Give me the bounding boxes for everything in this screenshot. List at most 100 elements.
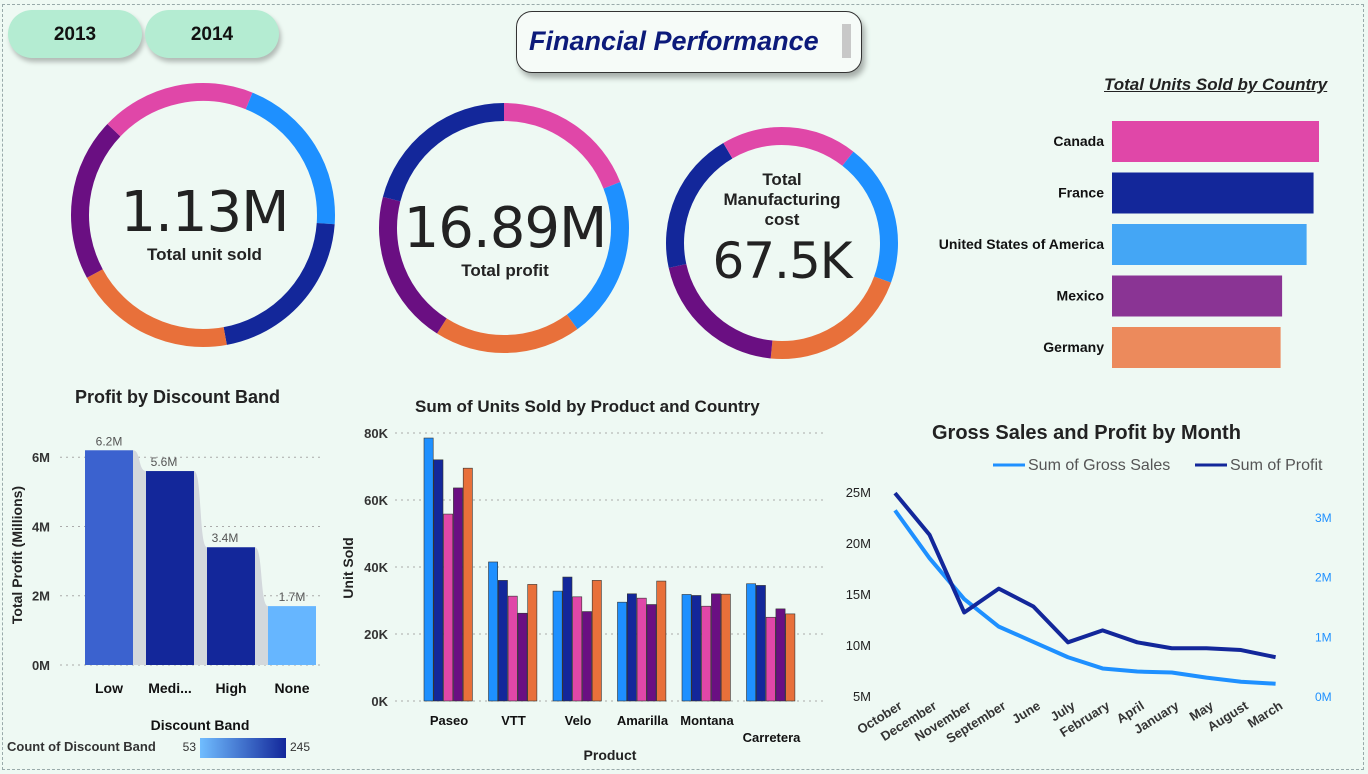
profit-value: 16.89M	[403, 196, 608, 261]
discount-ytick: 0M	[32, 658, 50, 673]
profit-label: Total profit	[461, 261, 549, 280]
product-xtick: VTT	[501, 713, 526, 728]
units-value: 1.13M	[120, 180, 289, 245]
country-bar	[1112, 121, 1319, 162]
discount-ytick: 6M	[32, 450, 50, 465]
product-ytick: 80K	[364, 426, 388, 441]
product-bar	[443, 513, 454, 702]
mfg-kpi: Total Manufacturing cost 67.5K	[707, 170, 857, 290]
product-bar	[626, 593, 637, 702]
product-ytick: 40K	[364, 560, 388, 575]
units-kpi: 1.13M Total unit sold	[72, 180, 337, 265]
country-bar	[1112, 172, 1314, 214]
discount-ylabel: Total Profit (Millions)	[9, 486, 25, 624]
product-ytick: 60K	[364, 493, 388, 508]
discount-bar	[268, 606, 316, 665]
month-xtick: August	[1205, 697, 1251, 734]
month-xtick: June	[1009, 698, 1043, 727]
ribbon	[133, 450, 146, 665]
month-left-tick: 10M	[846, 638, 871, 653]
discount-data-label: 6.2M	[96, 434, 123, 448]
product-bar	[517, 612, 528, 702]
legend-gross-sales: Sum of Gross Sales	[1028, 457, 1170, 474]
discount-xlabel: Discount Band	[151, 717, 250, 733]
discount-data-label: 1.7M	[279, 590, 306, 604]
product-ytick: 0K	[371, 694, 388, 709]
discount-bar	[207, 547, 255, 665]
donut-segment	[382, 103, 505, 202]
mfg-label: Total Manufacturing cost	[723, 170, 841, 229]
country-bar	[1112, 224, 1307, 265]
product-bar	[507, 595, 518, 702]
month-chart: Sum of Gross Sales Sum of Profit 5M 10M 15M 2…	[846, 457, 1332, 746]
product-bar	[691, 595, 702, 702]
donut-segment	[503, 103, 621, 189]
donut-segment	[86, 269, 227, 347]
product-bar	[785, 613, 796, 702]
donut-segment	[770, 276, 892, 359]
product-bar	[453, 487, 463, 702]
product-xtick: Paseo	[430, 713, 468, 728]
discount-ytick: 2M	[32, 589, 50, 604]
donut-segment	[437, 314, 578, 353]
product-xtick: Amarilla	[617, 713, 669, 728]
month-right-tick: 1M	[1315, 630, 1332, 644]
discount-xtick: Low	[95, 680, 123, 696]
month-left-tick: 5M	[853, 689, 871, 704]
product-bar	[562, 576, 573, 702]
discount-data-label: 5.6M	[151, 455, 178, 469]
discount-bar	[85, 450, 133, 665]
product-bar	[711, 593, 721, 702]
month-left-tick: 15M	[846, 587, 871, 602]
discount-ytick: 4M	[32, 519, 50, 534]
country-bar	[1112, 275, 1283, 317]
month-left-tick: 25M	[846, 485, 871, 500]
gross-sales-line	[893, 509, 1276, 686]
product-xtick: Montana	[680, 713, 734, 728]
donut-segment	[723, 127, 854, 166]
product-bar	[433, 459, 444, 702]
discount-legend-max: 245	[290, 740, 310, 754]
discount-xtick: High	[215, 680, 246, 696]
product-xtick: Carretera	[743, 730, 802, 745]
product-bar	[462, 467, 473, 702]
discount-legend-label: Count of Discount Band	[7, 739, 156, 754]
product-ylabel: Unit Sold	[340, 537, 356, 598]
month-right-tick: 0M	[1315, 690, 1332, 704]
country-label: Mexico	[1057, 288, 1104, 304]
country-label: Germany	[1043, 339, 1104, 355]
product-bar	[488, 561, 498, 702]
product-xtick: Velo	[565, 713, 592, 728]
country-label: France	[1058, 185, 1104, 201]
product-bar	[646, 604, 657, 702]
donut-segment	[107, 83, 253, 137]
product-bar	[755, 585, 766, 702]
profit-kpi: 16.89M Total profit	[380, 196, 630, 281]
country-label: United States of America	[939, 236, 1104, 252]
discount-bar	[146, 471, 194, 665]
product-bar	[681, 594, 692, 702]
units-label: Total unit sold	[147, 245, 262, 264]
product-bar	[582, 611, 592, 702]
country-chart-title: Total Units Sold by Country	[1104, 75, 1328, 94]
product-bar	[552, 590, 563, 702]
product-xlabel: Product	[584, 747, 637, 763]
product-bar	[775, 608, 786, 702]
month-right-tick: 3M	[1315, 511, 1332, 525]
discount-chart-title: Profit by Discount Band	[75, 387, 281, 407]
discount-xtick: None	[275, 680, 310, 696]
product-bar	[498, 580, 508, 702]
product-bar	[765, 616, 776, 702]
product-bar	[617, 601, 627, 702]
month-left-tick: 20M	[846, 536, 871, 551]
discount-data-label: 3.4M	[212, 531, 239, 545]
discount-chart: Total Profit (Millions) 0M 2M 4M 6M 6.2M Low 5.…	[7, 434, 320, 758]
product-ytick: 20K	[364, 627, 388, 642]
discount-xtick: Medi...	[148, 680, 192, 696]
product-bar	[746, 583, 756, 702]
ribbon	[194, 471, 207, 665]
product-bar	[636, 597, 647, 702]
country-label: Canada	[1053, 133, 1104, 149]
legend-profit: Sum of Profit	[1230, 457, 1323, 474]
month-xtick: March	[1245, 698, 1285, 731]
